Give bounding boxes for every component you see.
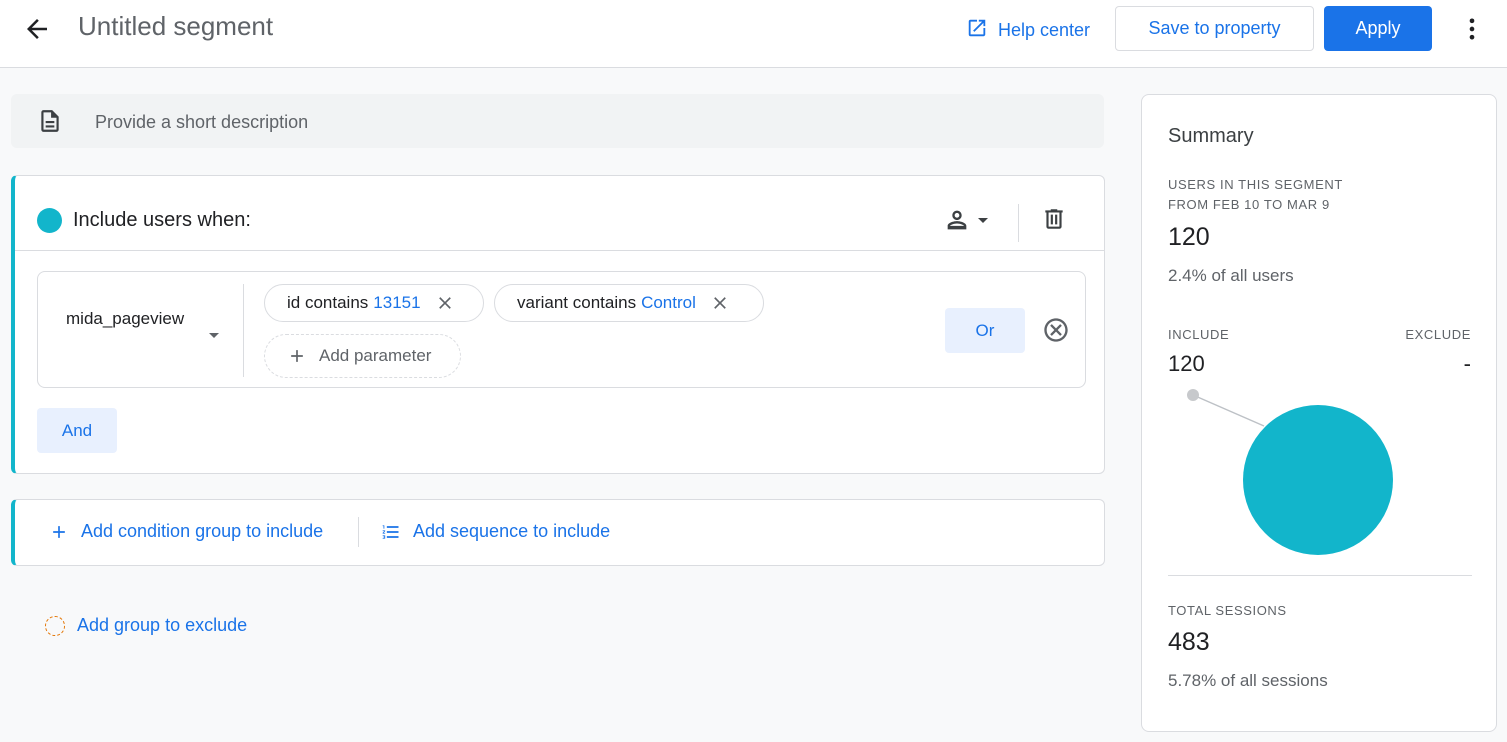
back-arrow-icon[interactable]: [22, 14, 52, 44]
chip-field: variant contains: [517, 293, 637, 312]
add-icon: [291, 350, 303, 362]
scope-dropdown[interactable]: [943, 206, 995, 239]
chip-value: 13151: [373, 293, 421, 312]
group-color-indicator: [37, 208, 62, 233]
save-to-property-button[interactable]: Save to property: [1115, 6, 1314, 51]
description-input[interactable]: [93, 107, 1057, 137]
sessions-count: 483: [1168, 628, 1210, 656]
condition-divider: [243, 284, 244, 377]
summary-panel: Summary USERS IN THIS SEGMENT FROM FEB 1…: [1141, 94, 1497, 732]
users-label-line2: FROM FEB 10 TO MAR 9: [1168, 197, 1330, 212]
condition-row: mida_pageview id contains 13151 variant …: [37, 271, 1086, 388]
person-icon: [943, 206, 971, 239]
users-percentage: 2.4% of all users: [1168, 266, 1294, 285]
pie-leader-dot: [1187, 389, 1199, 401]
include-exclude-pie-chart: [1187, 389, 1393, 555]
users-label-line1: USERS IN THIS SEGMENT: [1168, 177, 1343, 192]
add-sequence-button[interactable]: Add sequence to include: [381, 521, 610, 542]
top-bar: Untitled segment Help center Save to pro…: [0, 0, 1507, 68]
include-label: INCLUDE: [1168, 327, 1230, 342]
summary-divider: [1168, 575, 1472, 576]
caret-down-icon[interactable]: [207, 327, 221, 345]
users-label: USERS IN THIS SEGMENT FROM FEB 10 TO MAR…: [1168, 175, 1343, 215]
more-vert-icon[interactable]: [1458, 14, 1486, 44]
open-in-new-icon: [966, 17, 998, 44]
add-exclude-label: Add group to exclude: [77, 615, 248, 635]
include-group-header: Include users when:: [15, 176, 1104, 251]
add-parameter-label: Add parameter: [319, 346, 432, 365]
add-sequence-label: Add sequence to include: [413, 521, 611, 541]
delete-icon[interactable]: [1041, 206, 1067, 237]
add-condition-group-label: Add condition group to include: [81, 521, 324, 541]
document-icon: [37, 108, 63, 139]
cancel-circle-icon[interactable]: [1042, 316, 1070, 349]
add-include-card: Add condition group to include Add seque…: [11, 499, 1105, 566]
exclude-label: EXCLUDE: [1405, 327, 1471, 342]
chevron-down-icon: [971, 208, 995, 237]
include-value: 120: [1168, 351, 1205, 376]
chip-field: id contains: [287, 293, 369, 312]
add-condition-group-button[interactable]: Add condition group to include: [49, 521, 323, 542]
add-parameter-button[interactable]: Add parameter: [264, 334, 461, 378]
users-count: 120: [1168, 223, 1210, 251]
pie-slice-include: [1243, 405, 1393, 555]
add-exclude-group-button[interactable]: Add group to exclude: [45, 615, 247, 636]
and-button[interactable]: And: [37, 408, 117, 453]
exclude-value: -: [1463, 351, 1471, 376]
include-group-title: Include users when:: [73, 209, 251, 231]
sessions-label: TOTAL SESSIONS: [1168, 603, 1287, 618]
header-divider: [1018, 204, 1019, 242]
parameter-chip[interactable]: variant contains Control: [494, 284, 764, 322]
help-center-link[interactable]: Help center: [966, 17, 1090, 44]
include-condition-group: Include users when: mida_pageview id con…: [11, 175, 1105, 474]
help-center-label: Help center: [998, 20, 1091, 40]
summary-title: Summary: [1168, 125, 1254, 147]
event-name-select[interactable]: mida_pageview: [66, 306, 196, 332]
add-icon: [53, 525, 65, 538]
close-icon[interactable]: [435, 293, 455, 313]
dashed-circle-icon: [45, 615, 65, 636]
pie-leader-line: [1192, 394, 1265, 427]
sessions-percentage: 5.78% of all sessions: [1168, 671, 1328, 690]
parameter-chip[interactable]: id contains 13151: [264, 284, 484, 322]
chip-value: Control: [641, 293, 696, 312]
sequence-list-icon: [382, 524, 399, 539]
apply-button[interactable]: Apply: [1324, 6, 1432, 51]
page-title: Untitled segment: [78, 11, 274, 41]
add-divider: [358, 517, 359, 547]
or-button[interactable]: Or: [945, 308, 1025, 353]
close-icon[interactable]: [710, 293, 730, 313]
description-bar: [11, 94, 1104, 148]
